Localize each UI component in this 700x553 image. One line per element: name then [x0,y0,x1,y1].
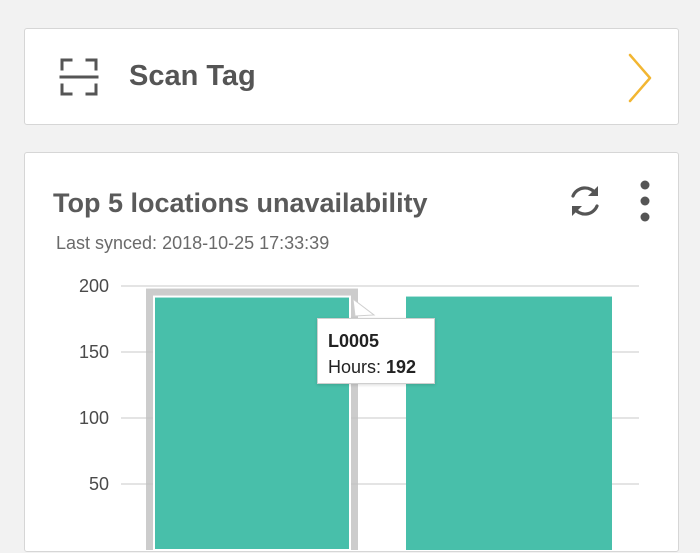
scan-tag-card[interactable]: Scan Tag [24,28,679,125]
last-synced: Last synced: 2018-10-25 17:33:39 [56,231,329,255]
locations-unavailability-card: 200 150 100 50 Top 5 locations unavailabili… [24,152,679,552]
tooltip-pointer [352,297,376,317]
y-tick-label: 200 [79,276,109,296]
bar[interactable] [406,296,612,550]
y-tick-label: 100 [79,408,109,428]
tooltip-title: L0005 [328,331,380,351]
more-vert-icon[interactable] [633,179,657,223]
y-tick-label: 50 [89,474,109,494]
tooltip-metric-value: 192 [386,357,417,377]
refresh-icon[interactable] [565,181,605,221]
chart-title: Top 5 locations unavailability [53,188,428,218]
chevron-right-icon[interactable] [626,51,654,105]
last-synced-value: 2018-10-25 17:33:39 [162,233,330,253]
tooltip-metric-label: Hours: [328,357,382,377]
bar-tooltip: L0005 Hours: 192 [317,318,435,384]
scan-tag-label: Scan Tag [129,60,256,92]
scan-frame-icon [59,57,99,97]
y-tick-label: 150 [79,342,109,362]
last-synced-label: Last synced: [56,233,158,253]
